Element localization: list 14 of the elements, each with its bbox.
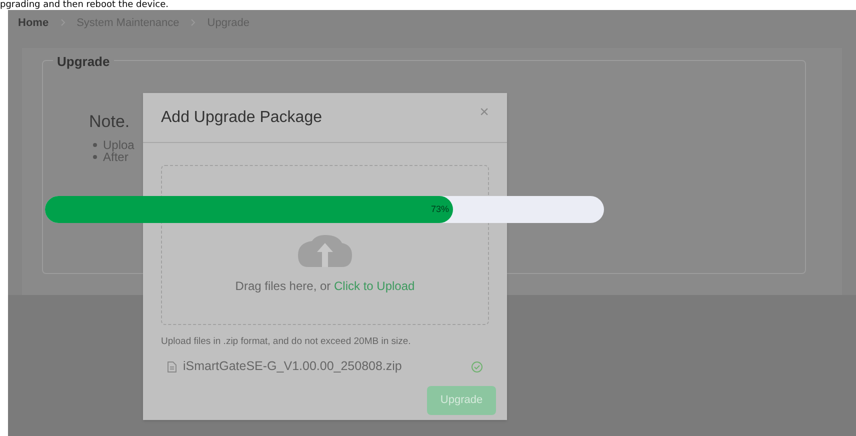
close-button[interactable]: ×	[480, 100, 489, 124]
bullet-icon	[93, 154, 97, 159]
note-heading: Note.	[89, 110, 130, 133]
upload-hint: Upload files in .zip format, and do not exceed 20MB in size.	[161, 335, 412, 349]
breadcrumb-link[interactable]: Home	[18, 14, 49, 32]
file-name: iSmartGateSE-G_V1.00.00_250808.zip	[183, 358, 402, 376]
progress-reading: 73%	[431, 202, 450, 216]
document-text: pgrading and then reboot the device.	[0, 0, 168, 10]
drop-instructions: Drag files here, or Click to Upload	[235, 278, 415, 295]
file-icon	[167, 360, 177, 373]
cloud-upload-icon	[298, 235, 352, 267]
dialog-title: Add Upgrade Package	[161, 108, 322, 128]
bullet-icon	[93, 142, 97, 147]
upload-link[interactable]: Click to Upload	[334, 279, 415, 293]
